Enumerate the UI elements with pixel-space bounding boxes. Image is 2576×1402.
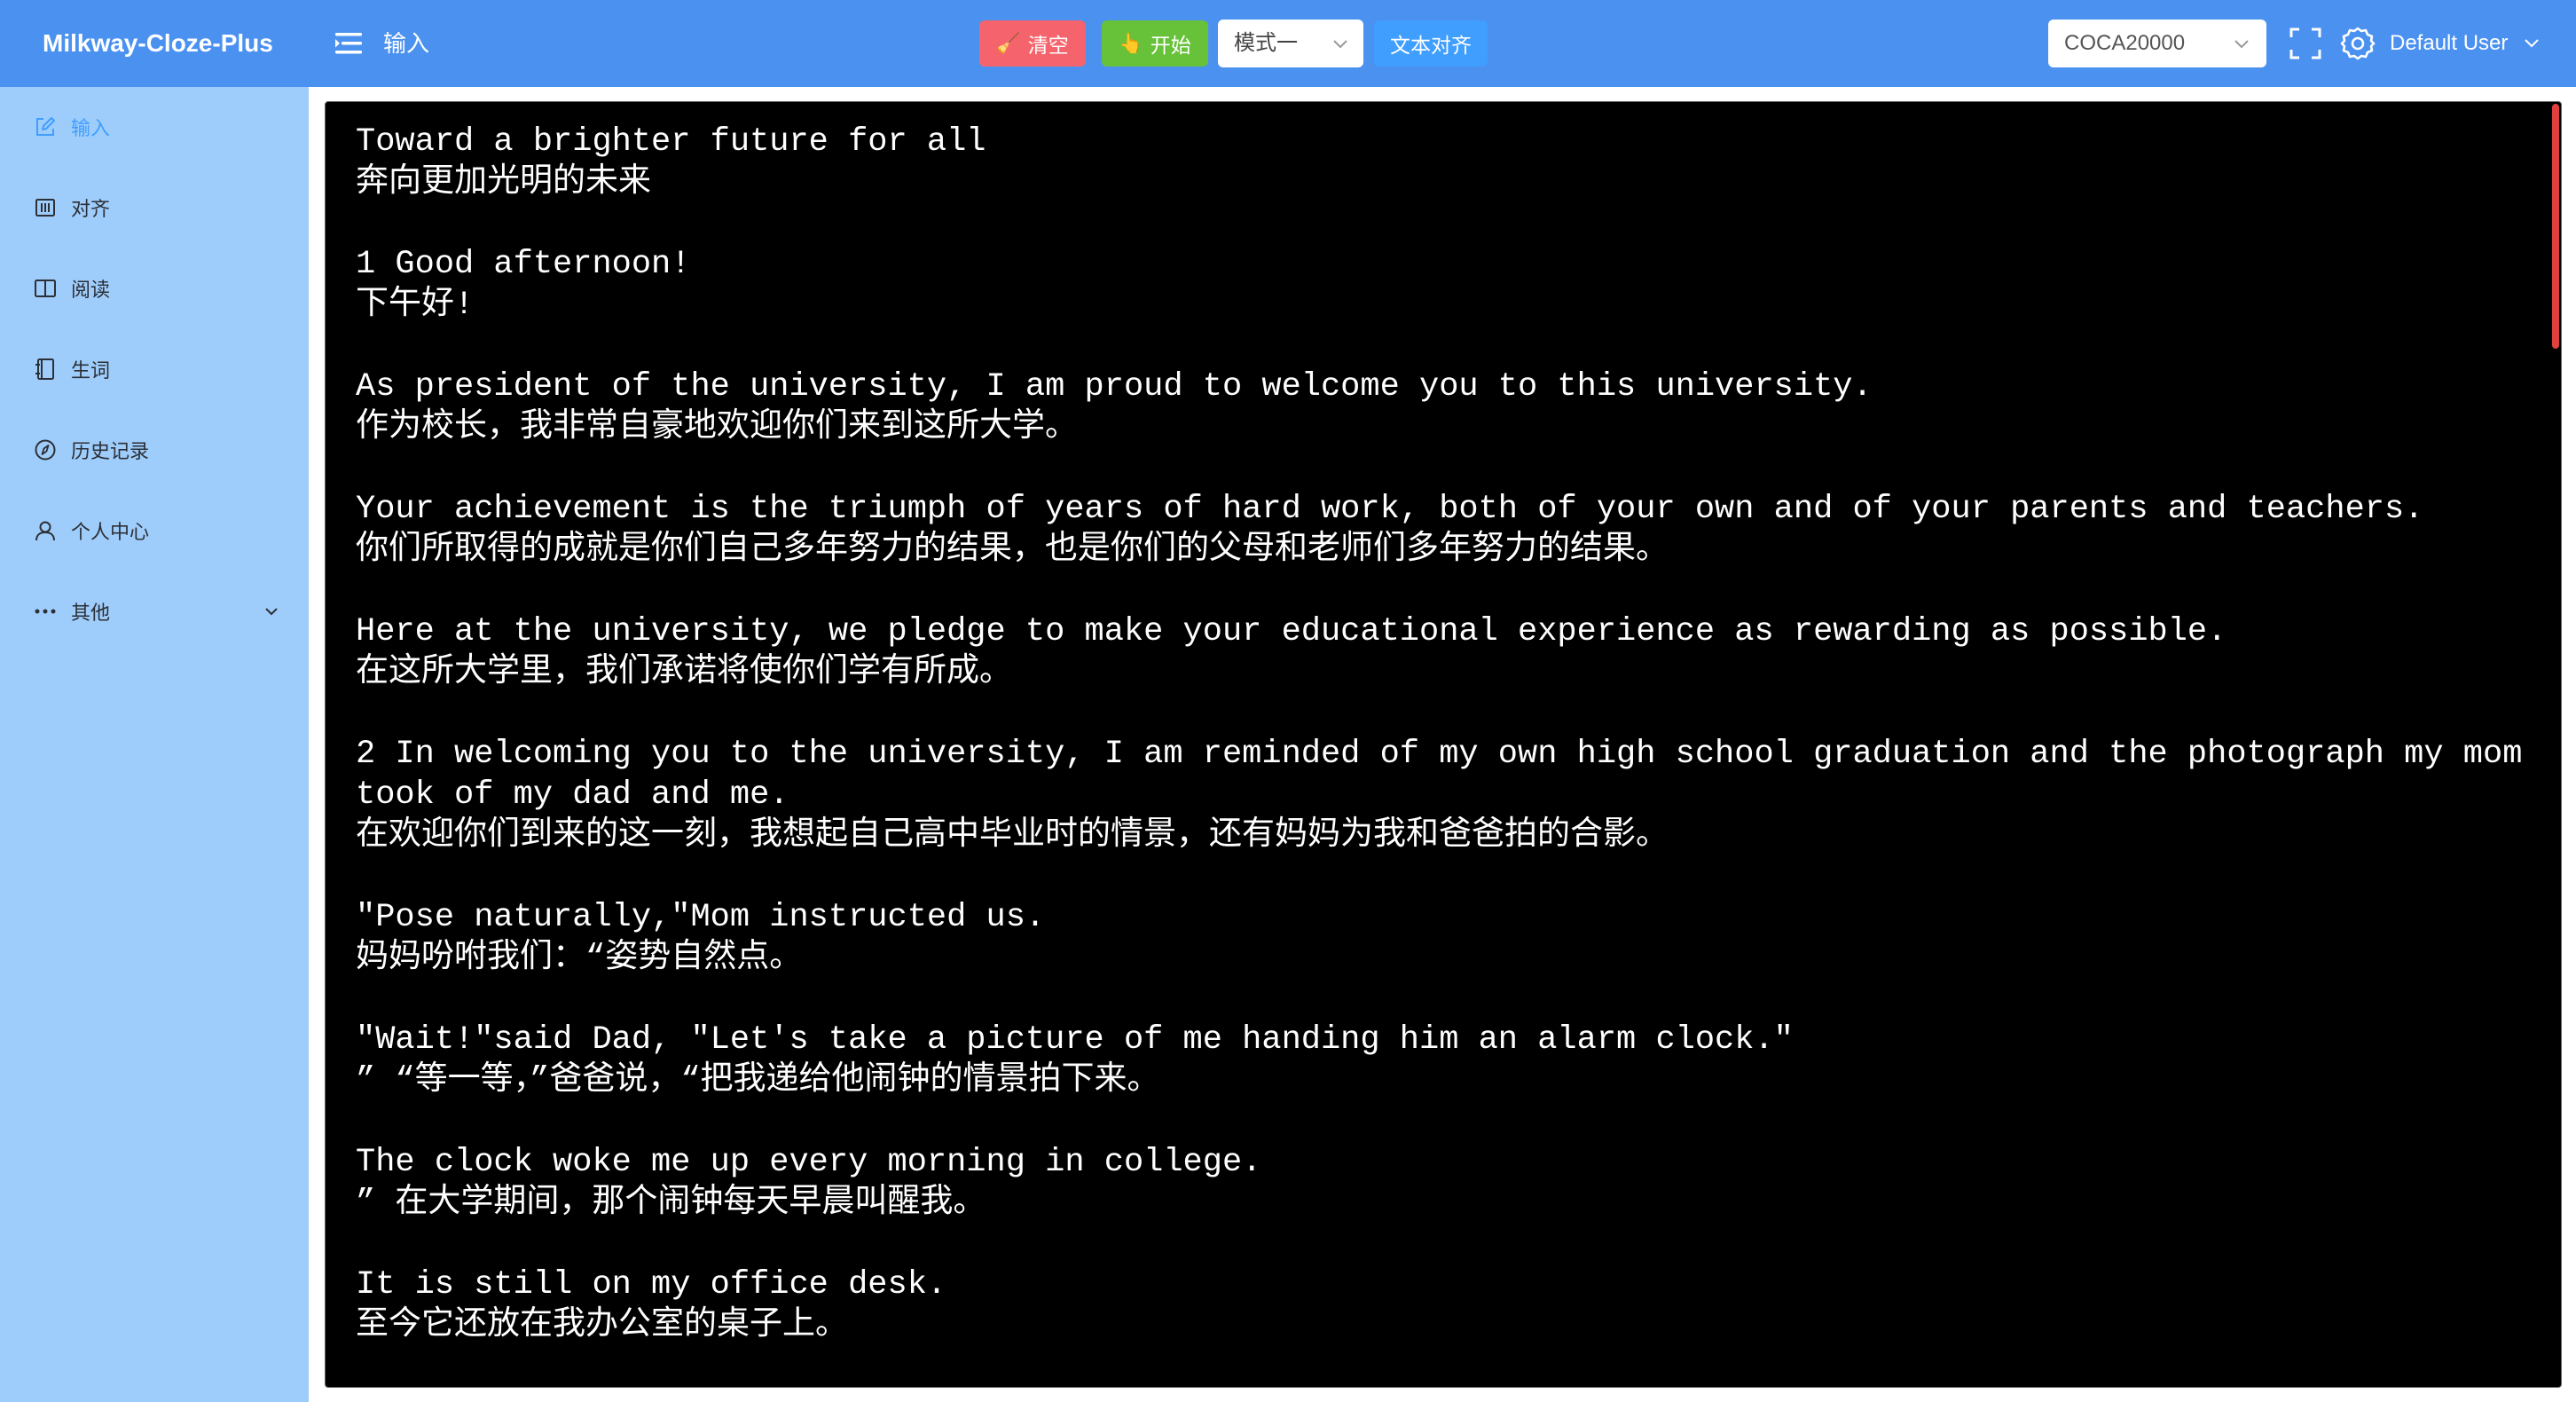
pointing-hand-icon: 👆 (1119, 32, 1143, 54)
app-title: Milkway-Cloze-Plus (43, 29, 273, 57)
fullscreen-button[interactable] (2289, 27, 2322, 60)
fullscreen-icon (2289, 28, 2321, 59)
sidebar-item-other[interactable]: 其他 (0, 571, 309, 651)
sidebar-item-label: 对齐 (71, 198, 111, 220)
user-menu[interactable]: Default User (2390, 0, 2541, 87)
main-content: Toward a brighter future for all 奔向更加光明的… (309, 87, 2576, 1402)
editor-content[interactable]: Toward a brighter future for all 奔向更加光明的… (326, 102, 2543, 1346)
chevron-down-icon (2525, 38, 2539, 48)
dictionary-select[interactable]: COCA20000 (2048, 20, 2266, 67)
history-icon (34, 438, 57, 461)
sidebar-item-read[interactable]: 阅读 (0, 248, 309, 328)
sidebar-item-label: 其他 (71, 602, 111, 624)
book-open-icon (34, 277, 57, 300)
start-button[interactable]: 👆 开始 (1102, 20, 1208, 67)
hamburger-icon (335, 33, 362, 54)
mode-select[interactable]: 模式一 (1218, 20, 1363, 67)
sidebar-item-label: 输入 (71, 117, 111, 139)
brush-icon: 🧹 (996, 32, 1021, 54)
text-editor[interactable]: Toward a brighter future for all 奔向更加光明的… (325, 101, 2562, 1388)
dictionary-select-value: COCA20000 (2064, 31, 2186, 55)
sidebar-item-label: 生词 (71, 359, 111, 382)
chevron-down-icon (2234, 40, 2249, 49)
editor-scrollbar-thumb[interactable] (2552, 104, 2559, 349)
user-icon (34, 519, 57, 542)
sidebar-item-align[interactable]: 对齐 (0, 168, 309, 248)
editor-scrollbar[interactable] (2550, 104, 2559, 1385)
mode-select-value: 模式一 (1234, 31, 1298, 55)
settings-button[interactable] (2340, 26, 2376, 61)
start-button-label: 开始 (1150, 34, 1191, 57)
sidebar-item-label: 个人中心 (71, 521, 150, 543)
sidebar-item-vocabulary[interactable]: 生词 (0, 329, 309, 409)
text-align-button-label: 文本对齐 (1390, 34, 1472, 57)
sidebar-item-label: 历史记录 (71, 440, 150, 462)
gear-icon (2340, 27, 2376, 60)
menu-toggle-button[interactable] (332, 27, 365, 60)
sidebar-item-label: 阅读 (71, 279, 111, 301)
clear-button-label: 清空 (1027, 34, 1069, 57)
align-icon (34, 196, 57, 219)
clear-button[interactable]: 🧹 清空 (979, 20, 1086, 67)
text-align-button[interactable]: 文本对齐 (1374, 20, 1488, 67)
more-icon (34, 600, 57, 623)
sidebar-item-profile[interactable]: 个人中心 (0, 491, 309, 571)
sidebar: 输入 对齐 阅读 生词 历史记录 个人中心 其他 (0, 87, 309, 1402)
notebook-icon (34, 358, 57, 381)
edit-icon (34, 115, 57, 138)
top-header: Milkway-Cloze-Plus 输入 🧹 清空 👆 开始 模式一 文本对齐… (0, 0, 2576, 87)
chevron-down-icon (265, 608, 278, 616)
chevron-down-icon (1333, 40, 1347, 49)
sidebar-item-history[interactable]: 历史记录 (0, 410, 309, 490)
sidebar-item-input[interactable]: 输入 (0, 87, 309, 167)
user-name: Default User (2390, 31, 2509, 55)
header-page-title: 输入 (383, 30, 430, 57)
